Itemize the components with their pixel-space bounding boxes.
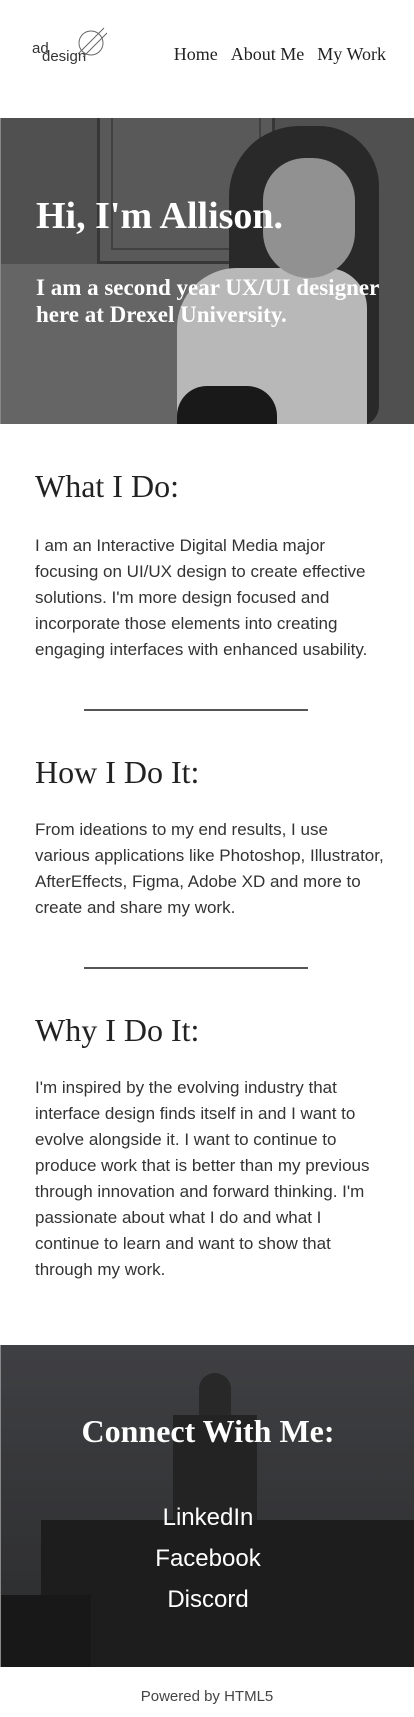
main-nav: Home About Me My Work: [174, 44, 386, 65]
section-heading: Why I Do It:: [35, 1012, 200, 1048]
section-heading: How I Do It:: [35, 754, 200, 790]
nav-link-my-work[interactable]: My Work: [317, 44, 386, 65]
section-body: From ideations to my end results, I use …: [35, 820, 384, 917]
site-footer: Powered by HTML5: [140, 1688, 274, 1705]
facebook-link[interactable]: Facebook: [155, 1545, 260, 1572]
section-body: I'm inspired by the evolving industry th…: [35, 1078, 370, 1279]
social-link-item: Discord: [1, 1579, 414, 1620]
nav-link-about-me[interactable]: About Me: [231, 44, 305, 65]
social-links: LinkedIn Facebook Discord: [1, 1497, 414, 1620]
section-why-i-do-it: Why I Do It: I'm inspired by the evolvin…: [0, 1012, 414, 1283]
linkedin-link[interactable]: LinkedIn: [163, 1504, 254, 1531]
discord-link[interactable]: Discord: [167, 1586, 248, 1613]
section-heading: What I Do:: [35, 468, 179, 504]
hero-title: Hi, I'm Allison.: [36, 195, 284, 237]
logo-mark-icon: [77, 27, 108, 58]
page: ad design Home About Me My Work Hi, I'm …: [0, 0, 414, 1717]
site-logo[interactable]: ad design: [32, 26, 114, 70]
connect-heading: Connect With Me:: [81, 1413, 335, 1449]
nav-link-home[interactable]: Home: [174, 44, 218, 65]
section-how-i-do-it: How I Do It: From ideations to my end re…: [0, 754, 414, 921]
hero-subtitle: I am a second year UX/UI designer here a…: [36, 275, 379, 327]
site-header: ad design Home About Me My Work: [0, 0, 414, 118]
section-body: I am an Interactive Digital Media major …: [35, 536, 368, 659]
section-divider: [84, 967, 308, 969]
section-what-i-do: What I Do: I am an Interactive Digital M…: [0, 468, 414, 663]
social-link-item: LinkedIn: [1, 1497, 414, 1538]
hero-overlay: [1, 118, 414, 424]
section-divider: [84, 709, 308, 711]
social-link-item: Facebook: [1, 1538, 414, 1579]
connect-banner: Connect With Me: LinkedIn Facebook Disco…: [0, 1345, 414, 1667]
hero-banner: Hi, I'm Allison. I am a second year UX/U…: [0, 118, 414, 424]
